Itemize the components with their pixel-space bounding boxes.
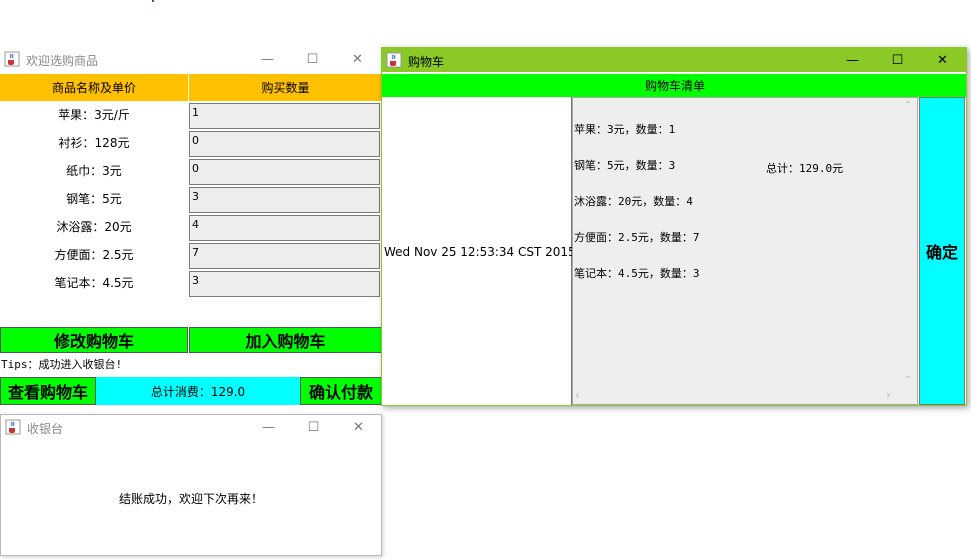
item-label-pen: 钢笔：5元 [66, 191, 122, 206]
checkout-window: 收银台 — ☐ ✕ 结账成功，欢迎下次再来！ [0, 414, 382, 556]
qty-field-pen[interactable]: 3 [189, 187, 380, 213]
qty-field-apple[interactable]: 1 [189, 103, 380, 129]
maximize-icon[interactable]: ☐ [290, 47, 335, 71]
java-cup-icon [5, 419, 21, 435]
cart-window: 购物车 — ☐ ✕ 购物车清单 Wed Nov 25 12:53:34 CST … [381, 47, 967, 406]
cart-line: 方便面：2.5元，数量：7 [574, 231, 700, 244]
item-label-notebook: 笔记本：4.5元 [54, 275, 134, 290]
header-qty-label: 购买数量 [261, 81, 310, 95]
minimize-icon[interactable]: — [245, 47, 290, 71]
cart-list-title: 购物车清单 [382, 74, 966, 97]
chevron-right-icon[interactable]: › [886, 388, 891, 402]
window-title: 购物车 [408, 55, 445, 69]
checkout-titlebar[interactable]: 收银台 — ☐ ✕ [1, 415, 381, 439]
header-qty-col: 购买数量 [189, 74, 381, 101]
item-label-shirt: 衬衫：128元 [58, 135, 130, 150]
cart-list-title-text: 购物车清单 [644, 79, 705, 93]
confirm-button-label: 确定 [925, 243, 958, 262]
item-label-apple: 苹果：3元/斤 [58, 107, 130, 122]
cart-line: 笔记本：4.5元，数量：3 [574, 267, 700, 280]
checkout-message-area: 结账成功，欢迎下次再来！ [1, 439, 381, 555]
qty-field-shirt[interactable]: 0 [189, 131, 380, 157]
qty-field-tissue[interactable]: 0 [189, 159, 380, 185]
maximize-icon[interactable]: ☐ [291, 415, 336, 439]
modify-cart-button[interactable]: 修改购物车 [0, 327, 188, 353]
datetime-panel: Wed Nov 25 12:53:34 CST 2015 [382, 97, 576, 405]
minimize-icon[interactable]: — [246, 415, 291, 439]
header-name-label: 商品名称及单价 [51, 81, 136, 95]
cart-line: 苹果：3元，数量：1 [574, 123, 676, 136]
cart-titlebar[interactable]: 购物车 — ☐ ✕ [382, 48, 966, 72]
add-to-cart-button[interactable]: 加入购物车 [189, 327, 381, 353]
datetime-text: Wed Nov 25 12:53:34 CST 2015 [384, 245, 576, 259]
total-spent: 总计消费：129.0 [96, 377, 300, 405]
view-cart-button[interactable]: 查看购物车 [0, 377, 96, 405]
java-cup-icon [386, 52, 402, 68]
total-spent-text: 总计消费：129.0 [150, 384, 246, 399]
close-icon[interactable]: ✕ [920, 48, 965, 72]
checkout-message: 结账成功，欢迎下次再来！ [118, 491, 263, 506]
maximize-icon[interactable]: ☐ [875, 48, 920, 72]
item-label-tissue: 纸巾：3元 [66, 163, 122, 178]
minimize-icon[interactable]: — [830, 48, 875, 72]
item-label-shower-gel: 沐浴露：20元 [56, 219, 132, 234]
java-cup-icon [4, 51, 20, 67]
shop-titlebar[interactable]: 欢迎选购商品 — ☐ ✕ [0, 47, 381, 71]
qty-field-notebook[interactable]: 3 [189, 271, 380, 297]
cart-line: 钢笔：5元，数量：3 [574, 159, 676, 172]
cart-list-area[interactable]: 苹果：3元，数量：1 钢笔：5元，数量：3 沐浴露：20元，数量：4 方便面：2… [572, 97, 918, 405]
chevron-left-icon[interactable]: ‹ [575, 388, 580, 402]
qty-field-noodles[interactable]: 7 [189, 243, 380, 269]
cart-line: 沐浴露：20元，数量：4 [574, 195, 693, 208]
horizontal-scrollbar[interactable]: ‹ › [573, 387, 902, 404]
close-icon[interactable]: ✕ [336, 415, 381, 439]
shop-window: 欢迎选购商品 — ☐ ✕ 商品名称及单价 购买数量 苹果：3元/斤 1 衬衫：1… [0, 47, 382, 405]
cart-total: 总计：129.0元 [766, 162, 844, 175]
close-icon[interactable]: ✕ [335, 47, 380, 71]
header-name-col: 商品名称及单价 [0, 74, 188, 101]
confirm-pay-button[interactable]: 确认付款 [300, 377, 381, 405]
item-label-noodles: 方便面：2.5元 [54, 247, 134, 262]
confirm-button[interactable]: 确定 [919, 97, 965, 405]
cart-lines: 苹果：3元，数量：1 钢笔：5元，数量：3 沐浴露：20元，数量：4 方便面：2… [574, 100, 700, 304]
window-title: 欢迎选购商品 [26, 54, 99, 68]
vertical-scrollbar[interactable]: ⌃ ⌄ [900, 98, 917, 388]
stray-dot [152, 0, 154, 2]
tips-text: Tips：成功进入收银台! [1, 358, 123, 371]
window-title: 收银台 [27, 422, 64, 436]
chevron-down-icon[interactable]: ⌄ [904, 370, 912, 381]
qty-field-shower-gel[interactable]: 4 [189, 215, 380, 241]
chevron-up-icon[interactable]: ⌃ [904, 100, 912, 111]
